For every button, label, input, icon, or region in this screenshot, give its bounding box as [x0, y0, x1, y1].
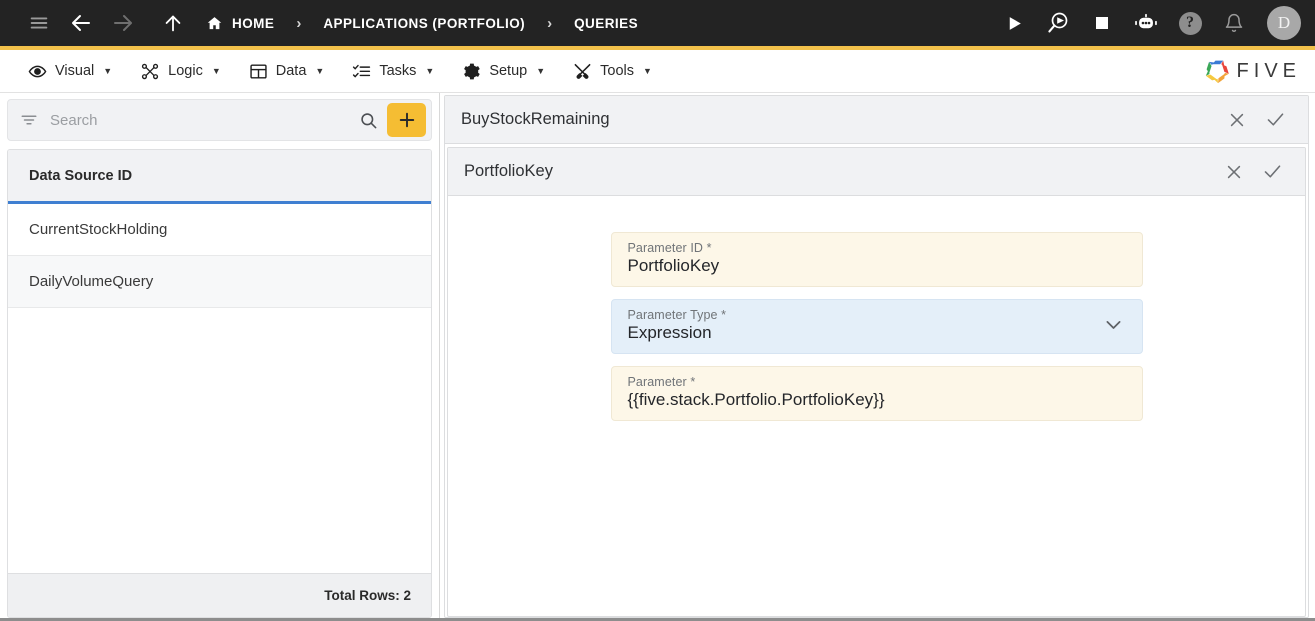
- check-icon[interactable]: [1253, 153, 1291, 191]
- grid-column-header[interactable]: Data Source ID: [8, 150, 431, 204]
- breadcrumb-label-home: HOME: [232, 15, 275, 31]
- menu-item-setup[interactable]: Setup ▼: [448, 56, 559, 87]
- row-label-daily-volume-query: DailyVolumeQuery: [29, 273, 154, 290]
- menu-item-data[interactable]: Data ▼: [235, 56, 339, 87]
- breadcrumb-separator: ›: [547, 14, 553, 32]
- check-icon[interactable]: [1256, 101, 1294, 139]
- grid-footer: Total Rows: 2: [8, 573, 431, 617]
- data-source-grid: Data Source ID CurrentStockHolding Daily…: [7, 149, 432, 618]
- search-icon[interactable]: [353, 105, 383, 135]
- search-input[interactable]: [38, 111, 353, 129]
- tools-wrench-icon: [573, 62, 592, 81]
- breadcrumb-label-queries: QUERIES: [574, 15, 639, 31]
- stop-icon[interactable]: [1081, 3, 1123, 43]
- menu-item-tasks[interactable]: Tasks ▼: [338, 56, 448, 87]
- field-parameter-type[interactable]: Parameter Type * Expression: [610, 299, 1143, 354]
- close-x-icon[interactable]: [1215, 153, 1253, 191]
- robot-assistant-icon[interactable]: [1125, 3, 1167, 43]
- menu-item-logic[interactable]: Logic ▼: [126, 56, 235, 87]
- menu-item-tools[interactable]: Tools ▼: [559, 56, 666, 87]
- bell-icon[interactable]: [1213, 3, 1255, 43]
- chevron-down-icon: ▼: [211, 66, 221, 76]
- brand-name: FIVE: [1236, 59, 1301, 82]
- page-title: BuyStockRemaining: [461, 110, 610, 128]
- breadcrumb-item-queries[interactable]: QUERIES: [574, 16, 638, 31]
- menu-label-tasks: Tasks: [379, 63, 417, 79]
- brand-logo: FIVE: [1204, 58, 1301, 84]
- chevron-down-icon: ▼: [643, 66, 652, 76]
- chevron-down-icon: ▼: [315, 66, 325, 76]
- logic-nodes-icon: [140, 62, 160, 81]
- menu-label-tools: Tools: [600, 63, 634, 79]
- parameter-form: Parameter ID * PortfolioKey Parameter Ty…: [448, 196, 1305, 616]
- inner-panel-title: PortfolioKey: [464, 162, 553, 180]
- outer-form-panel: BuyStockRemaining PortfolioKey Parameter…: [444, 95, 1309, 618]
- breadcrumb-separator: ›: [296, 14, 302, 32]
- play-icon[interactable]: [993, 3, 1035, 43]
- menu-label-visual: Visual: [55, 63, 95, 79]
- field-parameter-id[interactable]: Parameter ID * PortfolioKey: [610, 232, 1143, 287]
- chevron-down-icon: ▼: [103, 66, 113, 76]
- hamburger-menu-icon[interactable]: [18, 3, 60, 43]
- menu-label-logic: Logic: [168, 63, 203, 79]
- application-menu-bar: Visual ▼ Logic ▼ Data ▼ Tasks ▼ Setup ▼ …: [0, 50, 1315, 93]
- avatar[interactable]: D: [1267, 6, 1301, 40]
- outer-panel-header: BuyStockRemaining: [445, 96, 1308, 144]
- field-label-parameter-id: Parameter ID *: [627, 241, 712, 255]
- main-content-area: BuyStockRemaining PortfolioKey Parameter…: [440, 93, 1315, 618]
- field-label-parameter: Parameter *: [627, 375, 696, 389]
- grid-row-container: CurrentStockHolding DailyVolumeQuery: [8, 204, 431, 573]
- field-value-parameter-id[interactable]: PortfolioKey: [628, 256, 1126, 277]
- field-value-parameter-type[interactable]: Expression: [628, 323, 1126, 344]
- data-table-icon: [249, 62, 268, 81]
- five-pinwheel-logo: [1204, 58, 1230, 84]
- eye-icon: [28, 62, 47, 81]
- table-row[interactable]: DailyVolumeQuery: [8, 256, 431, 308]
- back-arrow-icon[interactable]: [60, 3, 102, 43]
- close-x-icon[interactable]: [1218, 101, 1256, 139]
- row-label-current-stock-holding: CurrentStockHolding: [29, 221, 168, 238]
- tasks-checklist-icon: [352, 62, 371, 81]
- column-header-data-source-id: Data Source ID: [29, 167, 133, 184]
- debug-run-icon[interactable]: [1037, 3, 1079, 43]
- menu-label-data: Data: [275, 63, 307, 79]
- up-arrow-icon[interactable]: [152, 3, 194, 43]
- topbar-left-group: HOME › APPLICATIONS (PORTFOLIO) › QUERIE…: [18, 3, 993, 43]
- chevron-down-icon: ▼: [536, 66, 546, 76]
- inner-form-panel: PortfolioKey Parameter ID * PortfolioKey…: [447, 147, 1306, 617]
- help-icon[interactable]: ?: [1169, 3, 1211, 43]
- inner-panel-header: PortfolioKey: [448, 148, 1305, 196]
- help-glyph: ?: [1178, 11, 1202, 35]
- chevron-down-icon: ▼: [425, 66, 435, 76]
- breadcrumb-label-applications: APPLICATIONS (PORTFOLIO): [323, 15, 526, 31]
- workspace: Data Source ID CurrentStockHolding Daily…: [0, 93, 1315, 621]
- field-parameter[interactable]: Parameter * {{five.stack.Portfolio.Portf…: [610, 366, 1143, 421]
- add-button[interactable]: [387, 103, 426, 137]
- gear-icon: [462, 62, 481, 81]
- menu-item-visual[interactable]: Visual ▼: [14, 56, 126, 87]
- search-bar[interactable]: [7, 99, 432, 141]
- field-value-parameter[interactable]: {{five.stack.Portfolio.PortfolioKey}}: [628, 390, 1126, 411]
- home-icon: [206, 15, 223, 32]
- top-navigation-bar: HOME › APPLICATIONS (PORTFOLIO) › QUERIE…: [0, 0, 1315, 50]
- breadcrumb-item-home[interactable]: HOME: [206, 15, 274, 32]
- menu-label-setup: Setup: [489, 63, 528, 79]
- breadcrumb-item-applications[interactable]: APPLICATIONS (PORTFOLIO): [323, 16, 525, 31]
- topbar-right-group: ? D: [993, 3, 1301, 43]
- forward-arrow-icon[interactable]: [102, 3, 144, 43]
- field-label-parameter-type: Parameter Type *: [627, 308, 727, 322]
- chevron-down-icon[interactable]: [1103, 314, 1124, 340]
- total-rows-label: Total Rows: 2: [324, 588, 411, 603]
- table-row[interactable]: CurrentStockHolding: [8, 204, 431, 256]
- sidebar-panel: Data Source ID CurrentStockHolding Daily…: [0, 93, 440, 618]
- filter-icon[interactable]: [20, 111, 38, 129]
- breadcrumb: HOME › APPLICATIONS (PORTFOLIO) › QUERIE…: [206, 15, 638, 32]
